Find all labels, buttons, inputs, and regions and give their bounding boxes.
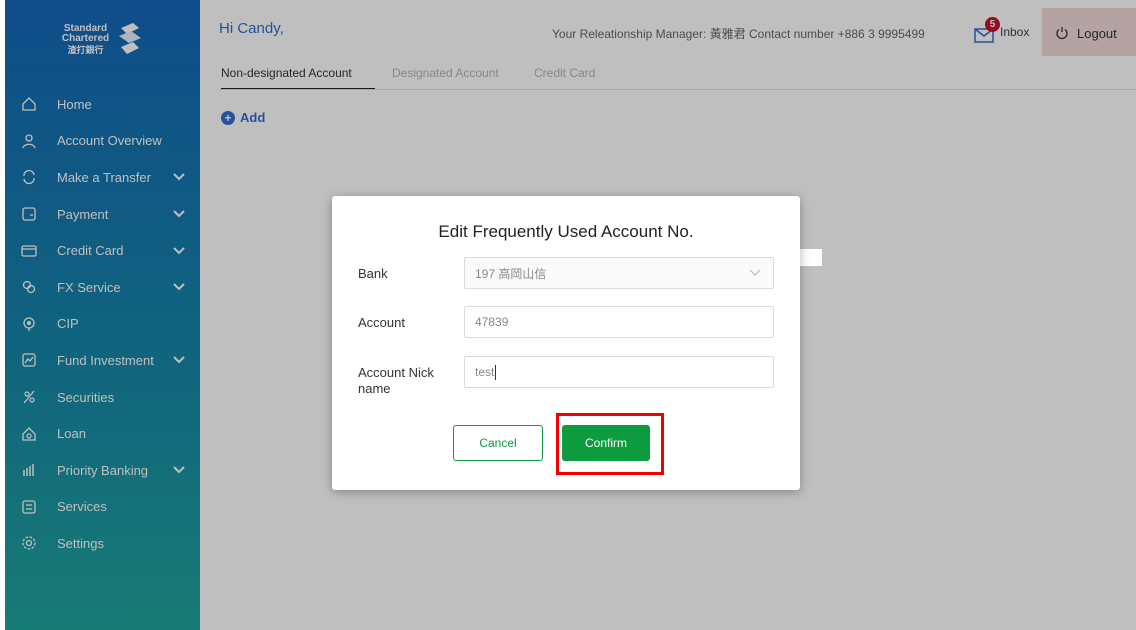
account-field[interactable]: 47839 xyxy=(464,306,774,338)
nickname-value: test xyxy=(475,365,495,379)
bank-label: Bank xyxy=(358,266,388,281)
backdrop-gap xyxy=(800,249,822,266)
account-value: 47839 xyxy=(475,315,509,329)
dialog-title: Edit Frequently Used Account No. xyxy=(438,222,694,241)
nickname-field[interactable]: test xyxy=(464,356,774,388)
bank-select[interactable]: 197 高岡山信 xyxy=(464,257,774,289)
text-cursor xyxy=(495,364,497,380)
bank-selected-value: 197 高岡山信 xyxy=(475,266,547,281)
account-label: Account xyxy=(358,315,405,330)
nickname-label: Account Nick name xyxy=(358,365,434,396)
chevron-down-icon xyxy=(749,269,761,276)
cancel-button[interactable]: Cancel xyxy=(453,425,543,461)
confirm-highlight-box xyxy=(556,413,664,475)
